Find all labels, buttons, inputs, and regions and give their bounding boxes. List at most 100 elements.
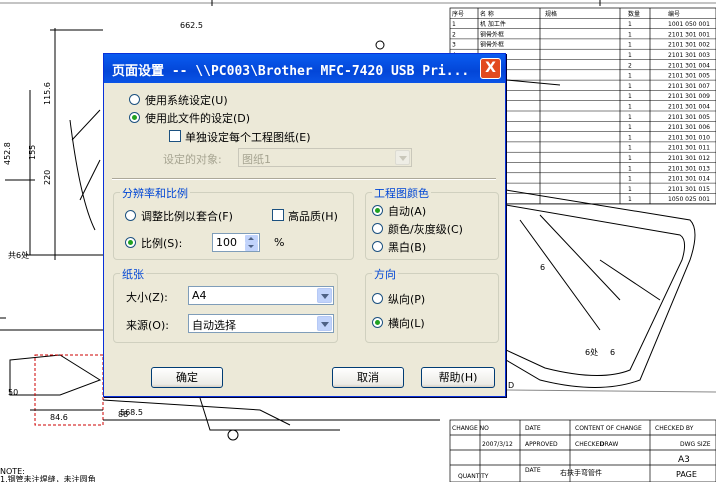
chevron-down-icon[interactable] xyxy=(317,316,332,331)
svg-text:DATE: DATE xyxy=(525,425,541,432)
landscape-label[interactable]: 横向(L) xyxy=(388,315,425,331)
fit-scale-radio[interactable] xyxy=(125,210,136,221)
color-auto-label[interactable]: 自动(A) xyxy=(388,203,426,219)
portrait-label[interactable]: 纵向(P) xyxy=(388,291,425,307)
svg-text:PAGE: PAGE xyxy=(676,470,697,479)
target-select: 图纸1 xyxy=(238,148,412,167)
svg-text:115.6: 115.6 xyxy=(43,82,52,105)
high-quality-label[interactable]: 高品质(H) xyxy=(288,208,338,224)
use-file-label[interactable]: 使用此文件的设定(D) xyxy=(145,110,250,126)
bom-cell: 钢骨外框 xyxy=(480,41,504,49)
portrait-radio[interactable] xyxy=(372,293,383,304)
color-bw-radio[interactable] xyxy=(372,241,383,252)
svg-text:6处: 6处 xyxy=(585,347,598,357)
bom-cell: 1 xyxy=(452,21,456,28)
svg-text:DWG SIZE: DWG SIZE xyxy=(680,441,711,448)
scale-label[interactable]: 比例(S): xyxy=(141,235,182,251)
scale-spinner[interactable]: 100 xyxy=(212,233,260,252)
svg-text:50: 50 xyxy=(8,388,18,397)
orientation-group: 方向 纵向(P) 横向(L) xyxy=(365,266,499,343)
svg-text:QUANTITY: QUANTITY xyxy=(458,473,489,480)
per-drawing-label[interactable]: 单独设定每个工程图纸(E) xyxy=(185,129,311,145)
svg-text:6: 6 xyxy=(540,263,545,272)
bom-cell: 钢骨外框 xyxy=(480,30,504,38)
cancel-button[interactable]: 取消 xyxy=(332,367,404,388)
bom-cell: 序号 xyxy=(452,10,464,18)
bom-cell: 2101 301 012 xyxy=(668,155,710,162)
paper-title: 纸张 xyxy=(120,266,146,282)
close-icon[interactable]: X xyxy=(480,58,501,79)
bom-cell: 2101 301 013 xyxy=(668,165,710,172)
scale-value: 100 xyxy=(216,236,237,249)
svg-text:APPROVED: APPROVED xyxy=(525,441,558,448)
use-system-label[interactable]: 使用系统设定(U) xyxy=(145,92,228,108)
svg-text:662.5: 662.5 xyxy=(180,21,203,30)
bom-cell: 2 xyxy=(628,62,632,69)
percent-label: % xyxy=(274,236,285,249)
bom-cell: 1 xyxy=(628,21,632,28)
svg-text:CHANGE NO: CHANGE NO xyxy=(452,425,489,432)
bom-cell: 2101 301 009 xyxy=(668,93,710,100)
bom-cell: 1 xyxy=(628,42,632,49)
dialog-titlebar[interactable]: 页面设置 -- \\PC003\Brother MFC-7420 USB Pri… xyxy=(104,54,505,83)
bom-cell: 编号 xyxy=(668,10,680,18)
source-select[interactable]: 自动选择 xyxy=(188,314,334,333)
svg-text:84.6: 84.6 xyxy=(50,413,68,422)
bom-cell: 2101 301 001 xyxy=(668,31,710,38)
page-setup-dialog: 页面设置 -- \\PC003\Brother MFC-7420 USB Pri… xyxy=(103,53,506,397)
bom-cell: 2101 301 005 xyxy=(668,114,710,121)
color-gray-label[interactable]: 颜色/灰度级(C) xyxy=(388,221,463,237)
size-value: A4 xyxy=(192,289,207,302)
scale-radio[interactable] xyxy=(125,237,136,248)
spin-down-icon[interactable] xyxy=(245,243,258,251)
bom-cell: 2101 301 003 xyxy=(668,52,710,59)
dialog-title: 页面设置 -- \\PC003\Brother MFC-7420 USB Pri… xyxy=(112,64,470,79)
svg-text:CHECKED BY: CHECKED BY xyxy=(655,425,694,432)
color-group: 工程图颜色 自动(A) 颜色/灰度级(C) 黑白(B) xyxy=(365,185,499,260)
bom-cell: 1 xyxy=(628,155,632,162)
high-quality-checkbox[interactable] xyxy=(272,209,284,221)
bom-cell: 2101 301 015 xyxy=(668,186,710,193)
color-title: 工程图颜色 xyxy=(372,185,431,201)
bom-cell: 2101 301 004 xyxy=(668,104,710,111)
bom-cell: 3 xyxy=(452,42,456,49)
bom-cell: 2 xyxy=(452,31,456,38)
svg-text:共6处: 共6处 xyxy=(8,250,29,260)
bom-cell: 1 xyxy=(628,73,632,80)
bom-cell: 2101 301 006 xyxy=(668,124,710,131)
bom-cell: 2101 301 014 xyxy=(668,176,710,183)
bom-cell: 1050 025 001 xyxy=(668,196,710,203)
fit-scale-label[interactable]: 调整比例以套合(F) xyxy=(141,208,233,224)
spin-up-icon[interactable] xyxy=(245,235,258,243)
use-file-radio[interactable] xyxy=(129,112,140,123)
orientation-title: 方向 xyxy=(372,266,398,282)
svg-text:452.8: 452.8 xyxy=(3,142,12,165)
use-system-radio[interactable] xyxy=(129,94,140,105)
color-gray-radio[interactable] xyxy=(372,223,383,234)
bom-cell: 1 xyxy=(628,114,632,121)
source-label: 来源(O): xyxy=(126,319,169,332)
separator xyxy=(112,178,496,180)
bom-cell: 2101 301 002 xyxy=(668,42,710,49)
source-value: 自动选择 xyxy=(192,319,236,332)
svg-text:568.5: 568.5 xyxy=(120,408,143,417)
bom-cell: 1 xyxy=(628,124,632,131)
bom-cell: 1 xyxy=(628,83,632,90)
help-button[interactable]: 帮助(H) xyxy=(421,367,495,388)
ok-button[interactable]: 确定 xyxy=(151,367,223,388)
color-auto-radio[interactable] xyxy=(372,205,383,216)
landscape-radio[interactable] xyxy=(372,317,383,328)
bom-cell: 1 xyxy=(628,145,632,152)
bom-cell: 1 xyxy=(628,104,632,111)
target-value: 图纸1 xyxy=(242,153,271,166)
color-bw-label[interactable]: 黑白(B) xyxy=(388,239,426,255)
bom-cell: 2101 301 004 xyxy=(668,62,710,69)
bom-cell: 1 xyxy=(628,176,632,183)
svg-text:2007/3/12: 2007/3/12 xyxy=(482,441,513,448)
size-label: 大小(Z): xyxy=(126,291,168,304)
size-select[interactable]: A4 xyxy=(188,286,334,305)
svg-text:A3: A3 xyxy=(678,455,690,465)
per-drawing-checkbox[interactable] xyxy=(169,130,181,142)
bom-cell: 机 加工件 xyxy=(480,20,506,28)
chevron-down-icon[interactable] xyxy=(317,288,332,303)
